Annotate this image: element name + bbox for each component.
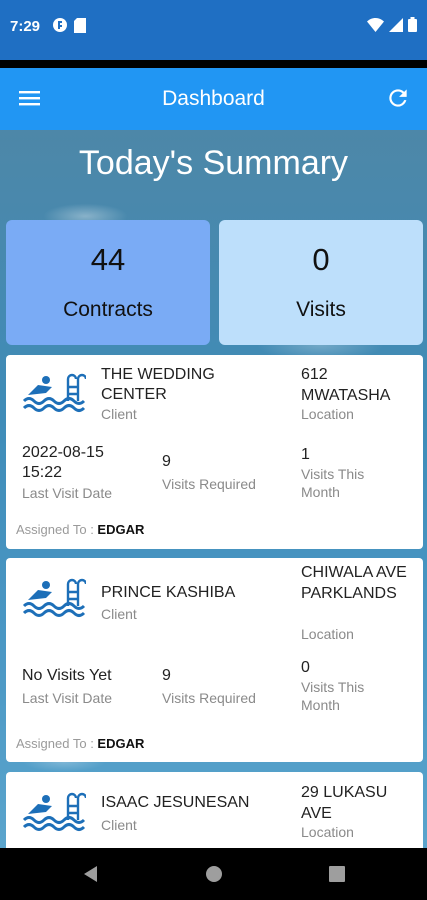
last-visit-label: Last Visit Date xyxy=(22,485,113,501)
location-label: Location xyxy=(301,626,354,642)
contracts-count: 44 xyxy=(90,242,126,277)
refresh-button[interactable] xyxy=(385,85,411,111)
assigned-label: Assigned To : xyxy=(16,736,98,751)
status-time: 7:29 xyxy=(10,18,41,35)
location-label: Location xyxy=(301,406,354,422)
visits-required-label: Visits Required xyxy=(162,476,256,492)
app-bar: Dashboard xyxy=(0,68,427,130)
client-name: ISAAC JESUNESAN xyxy=(101,794,250,811)
client-label: Client xyxy=(101,406,137,422)
location-value: 612 MWATASHA xyxy=(301,366,391,404)
wifi-icon xyxy=(367,17,384,32)
swimming-pool-icon xyxy=(22,373,86,412)
location-label: Location xyxy=(301,824,354,840)
contract-card[interactable]: THE WEDDING CENTER Client 612 MWATASHA L… xyxy=(6,355,423,549)
assigned-label: Assigned To : xyxy=(16,522,98,537)
recents-icon[interactable] xyxy=(328,864,346,884)
swimming-pool-icon xyxy=(22,792,86,831)
assigned-to: Assigned To : EDGAR xyxy=(16,736,144,751)
last-visit-value: 2022-08-15 15:22 xyxy=(22,444,104,481)
visits-month-label: Visits This Month xyxy=(301,466,365,500)
dashboard-content[interactable]: Today's Summary 44 Contracts 0 Visits TH… xyxy=(0,130,427,848)
visits-count: 0 xyxy=(312,242,330,277)
refresh-icon xyxy=(389,89,407,107)
last-visit-label: Last Visit Date xyxy=(22,690,113,706)
battery-icon xyxy=(408,17,417,32)
contract-card[interactable]: PRINCE KASHIBA Client CHIWALA AVE PARKLA… xyxy=(6,558,423,762)
sd-card-icon xyxy=(74,17,86,33)
home-icon[interactable] xyxy=(205,864,223,884)
client-label: Client xyxy=(101,606,137,622)
visits-required-value: 9 xyxy=(162,667,171,684)
location-value: 29 LUKASU AVE xyxy=(301,784,388,822)
location-value: CHIWALA AVE PARKLANDS xyxy=(301,564,407,602)
visits-required-label: Visits Required xyxy=(162,690,256,706)
cell-signal-icon xyxy=(389,17,403,32)
contracts-label: Contracts xyxy=(63,298,153,321)
assigned-name: EDGAR xyxy=(97,736,145,751)
assigned-to: Assigned To : EDGAR xyxy=(16,522,144,537)
status-icons-right xyxy=(367,17,417,32)
visits-month-value: 1 xyxy=(301,446,310,463)
contracts-tile[interactable]: 44 Contracts xyxy=(6,220,210,345)
swimming-pool-icon xyxy=(22,578,86,617)
last-visit-value: No Visits Yet xyxy=(22,667,112,684)
page-title: Dashboard xyxy=(162,87,265,110)
app-notification-icon xyxy=(53,18,67,32)
summary-title: Today's Summary xyxy=(78,144,349,182)
back-icon[interactable] xyxy=(81,864,99,884)
status-icons-left xyxy=(52,17,86,33)
client-name: PRINCE KASHIBA xyxy=(101,584,236,601)
client-label: Client xyxy=(101,817,137,833)
contract-card[interactable]: ISAAC JESUNESAN Client 29 LUKASU AVE Loc… xyxy=(6,772,423,848)
status-bar: 7:29 xyxy=(0,0,427,60)
assigned-name: EDGAR xyxy=(97,522,145,537)
visits-required-value: 9 xyxy=(162,453,171,470)
visits-month-label: Visits This Month xyxy=(301,679,365,713)
visits-tile[interactable]: 0 Visits xyxy=(219,220,423,345)
visits-month-value: 0 xyxy=(301,659,310,676)
system-nav-bar xyxy=(0,848,427,900)
visits-label: Visits xyxy=(296,298,346,321)
client-name: THE WEDDING CENTER xyxy=(101,366,215,403)
